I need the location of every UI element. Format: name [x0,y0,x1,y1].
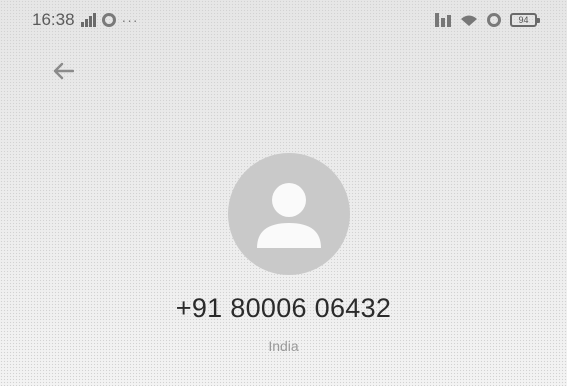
avatar [228,153,350,275]
status-right: 94 [435,13,540,27]
wifi-icon [461,15,477,26]
status-time: 16:38 [32,10,75,29]
status-bar: 16:38 ··· 94 [0,0,567,40]
arrow-left-icon [53,62,74,80]
person-icon [257,183,321,248]
battery-icon: 94 [510,13,540,27]
settings-icon [101,13,116,27]
screen: 16:38 ··· 94 +91 80006 06432 India [0,0,567,386]
country-label: India [268,338,299,354]
gear-icon [487,13,501,27]
back-button[interactable] [46,56,80,86]
phone-number[interactable]: +91 80006 06432 [0,293,567,324]
notification-icon [435,13,451,27]
status-left: 16:38 ··· [32,10,139,30]
signal-icon [80,13,96,27]
overflow-dots: ··· [121,12,139,28]
